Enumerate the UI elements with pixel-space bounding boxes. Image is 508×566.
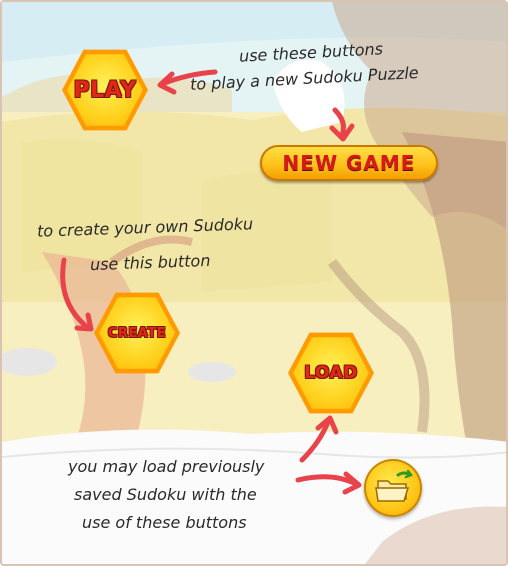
load-button-face: LOAD [293, 337, 369, 409]
note-load-line2: saved Sudoku with the [74, 485, 257, 504]
open-folder-button[interactable] [364, 459, 422, 517]
create-button-label: CREATE [107, 325, 167, 341]
new-game-button[interactable]: NEW GAME [260, 145, 438, 181]
load-button-label: LOAD [304, 363, 358, 383]
new-game-button-label: NEW GAME [282, 151, 416, 175]
play-button-label: PLAY [73, 77, 137, 103]
note-load-line3: use of these buttons [82, 513, 247, 532]
play-button-face: PLAY [67, 54, 143, 126]
note-load-line1: you may load previously [68, 457, 265, 476]
help-screen: use these buttons to play a new Sudoku P… [0, 0, 508, 566]
open-folder-icon [375, 469, 413, 502]
create-button-face: CREATE [99, 297, 175, 369]
